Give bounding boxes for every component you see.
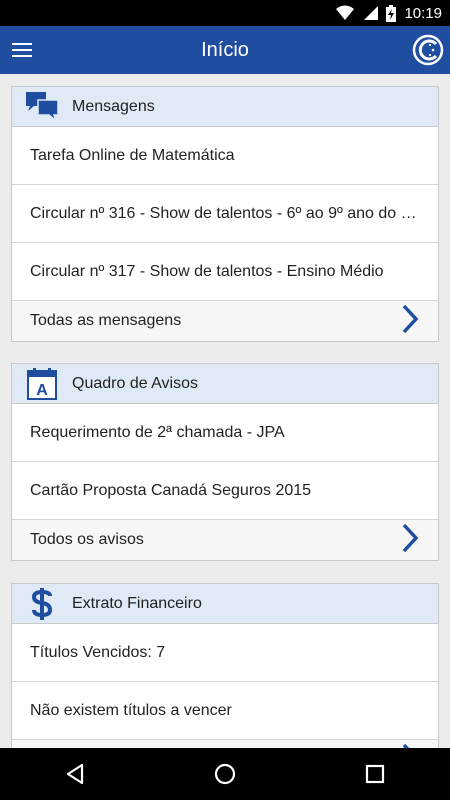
messages-header: Mensagens [12, 87, 438, 127]
battery-charging-icon [386, 4, 397, 22]
main-content[interactable]: Mensagens Tarefa Online de Matemática Ci… [0, 74, 450, 748]
notice-item[interactable]: Cartão Proposta Canadá Seguros 2015 [12, 462, 438, 520]
chevron-right-icon [400, 522, 420, 559]
app-logo-icon [412, 34, 444, 66]
finance-item[interactable]: Não existem títulos a vencer [12, 682, 438, 740]
notices-card: A Quadro de Avisos Requerimento de 2ª ch… [11, 363, 439, 561]
finance-card: Extrato Financeiro Títulos Vencidos: 7 N… [11, 583, 439, 748]
svg-text:A: A [36, 382, 48, 399]
home-icon[interactable] [205, 754, 245, 794]
back-icon[interactable] [55, 754, 95, 794]
all-messages-label: Todas as mensagens [30, 312, 182, 329]
chevron-right-icon [400, 303, 420, 340]
wifi-icon [336, 5, 355, 21]
message-item[interactable]: Tarefa Online de Matemática [12, 127, 438, 185]
notice-item[interactable]: Requerimento de 2ª chamada - JPA [12, 404, 438, 462]
recents-icon[interactable] [355, 754, 395, 794]
messages-card: Mensagens Tarefa Online de Matemática Ci… [11, 86, 439, 342]
notices-header: A Quadro de Avisos [12, 364, 438, 404]
chat-bubbles-icon [24, 90, 60, 124]
message-item[interactable]: Circular nº 317 - Show de talentos - Ens… [12, 243, 438, 301]
finance-title: Extrato Financeiro [72, 594, 202, 612]
all-messages-link[interactable]: Todas as mensagens [12, 301, 438, 341]
app-bar: Início [0, 26, 450, 74]
system-nav-bar [0, 748, 450, 800]
notices-title: Quadro de Avisos [72, 374, 199, 392]
message-item[interactable]: Circular nº 316 - Show de talentos - 6º … [12, 185, 438, 243]
dollar-icon [24, 587, 60, 621]
page-title: Início [201, 38, 249, 61]
finance-item[interactable]: Títulos Vencidos: 7 [12, 624, 438, 682]
messages-title: Mensagens [72, 97, 155, 115]
all-notices-label: Todos os avisos [30, 531, 144, 548]
signal-icon [362, 5, 379, 21]
finance-more-link[interactable] [12, 740, 438, 748]
status-bar: 10:19 [0, 0, 450, 26]
clock-time: 10:19 [404, 4, 442, 22]
all-notices-link[interactable]: Todos os avisos [12, 520, 438, 560]
calendar-icon: A [24, 367, 60, 401]
finance-header: Extrato Financeiro [12, 584, 438, 624]
